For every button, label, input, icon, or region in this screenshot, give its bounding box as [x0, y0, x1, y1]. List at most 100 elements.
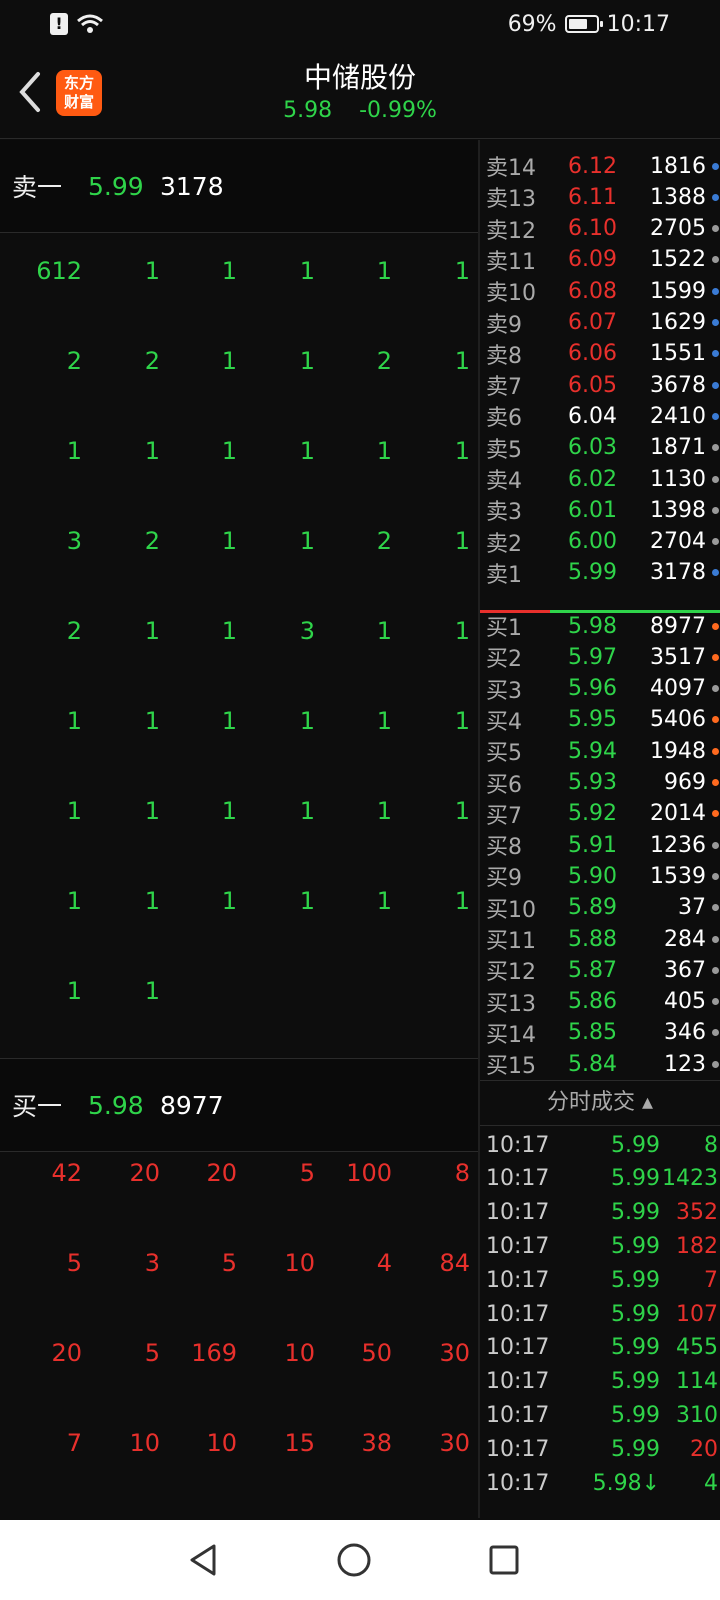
ask-level-price: 6.10 — [568, 216, 617, 242]
sell-queue-order: 1 — [299, 887, 315, 915]
sell1-label: 卖一 — [12, 173, 63, 202]
bid-level-row[interactable]: 买15 5.84 123 — [486, 1048, 720, 1080]
sell1-volume: 3178 — [160, 171, 224, 201]
ask-level-row[interactable]: 卖4 6.02 1130 — [486, 463, 720, 495]
bid-level-row[interactable]: 买2 5.97 3517 — [486, 641, 720, 673]
buy-queue-order: 169 — [191, 1339, 237, 1367]
bid-level-row[interactable]: 买6 5.93 969 — [486, 767, 720, 799]
status-bar: ! 69% 10:17 — [0, 0, 720, 48]
tick-volume: 114 — [676, 1369, 718, 1395]
sell-queue-order: 1 — [299, 707, 315, 735]
order-source-dot-icon — [712, 653, 719, 661]
tick-row: 10:17 5.99 1423 — [486, 1162, 718, 1196]
ask-level-row[interactable]: 卖14 6.12 1816 — [486, 150, 720, 182]
depth-panel: 卖14 6.12 1816 卖13 6.11 1388 卖12 6.10 2705 卖11 6.09… — [480, 140, 720, 1518]
ask-level-price: 6.11 — [568, 184, 617, 210]
ask-level-volume: 1816 — [650, 153, 706, 179]
bid-level-row[interactable]: 买8 5.91 1236 — [486, 829, 720, 861]
bid-level-volume: 405 — [664, 989, 706, 1015]
ticks-header[interactable]: 分时成交 ▴ — [480, 1080, 720, 1126]
sell-queue-order: 1 — [221, 617, 237, 645]
order-source-dot-icon — [712, 225, 719, 233]
order-source-dot-icon — [712, 412, 719, 420]
bid-level-row[interactable]: 买11 5.88 284 — [486, 923, 720, 955]
ask-level-row[interactable]: 卖2 6.00 2704 — [486, 526, 720, 558]
bid-level-row[interactable]: 买12 5.87 367 — [486, 954, 720, 986]
sell-queue-order: 1 — [454, 797, 470, 825]
header: 东方 财富 中储股份 5.98 -0.99% — [0, 48, 720, 139]
bid-level-label: 买13 — [486, 991, 536, 1017]
tick-price: 5.99 — [611, 1335, 660, 1361]
ask-level-price: 6.02 — [568, 466, 617, 492]
bid-level-volume: 5406 — [650, 707, 706, 733]
system-nav-bar — [0, 1520, 720, 1600]
bid-level-label: 买2 — [486, 647, 522, 673]
ask-level-row[interactable]: 卖5 6.03 1871 — [486, 432, 720, 464]
tick-price: 5.99 — [611, 1369, 660, 1395]
bid-level-volume: 1539 — [650, 863, 706, 889]
ask-level-volume: 1522 — [650, 247, 706, 273]
nav-recents-button[interactable] — [486, 1542, 522, 1578]
tick-row: 10:17 5.99 20 — [486, 1432, 718, 1466]
ask-level-row[interactable]: 卖1 5.99 3178 — [486, 557, 720, 589]
bid-level-row[interactable]: 买5 5.94 1948 — [486, 735, 720, 767]
ask-level-row[interactable]: 卖9 6.07 1629 — [486, 307, 720, 339]
ask-level-row[interactable]: 卖6 6.04 2410 — [486, 400, 720, 432]
divider — [0, 232, 478, 233]
bid-level-price: 5.89 — [568, 895, 617, 921]
buy1-label: 买一 — [12, 1092, 63, 1121]
tick-row: 10:17 5.99 107 — [486, 1297, 718, 1331]
bid-level-volume: 4097 — [650, 676, 706, 702]
bid-level-price: 5.95 — [568, 707, 617, 733]
sell-queue-order: 1 — [454, 617, 470, 645]
bid-level-price: 5.96 — [568, 676, 617, 702]
tick-price: 5.99 — [611, 1301, 660, 1327]
sell-queue-order: 1 — [144, 797, 160, 825]
order-source-dot-icon — [712, 747, 719, 755]
ask-level-row[interactable]: 卖12 6.10 2705 — [486, 213, 720, 245]
sell-queue-order: 2 — [144, 527, 160, 555]
buy1-price: 5.98 — [88, 1090, 144, 1120]
bid-level-row[interactable]: 买9 5.90 1539 — [486, 860, 720, 892]
nav-home-button[interactable] — [336, 1542, 372, 1578]
bid-level-price: 5.86 — [568, 989, 617, 1015]
ask-level-row[interactable]: 卖7 6.05 3678 — [486, 369, 720, 401]
ask-level-row[interactable]: 卖10 6.08 1599 — [486, 275, 720, 307]
bid-level-label: 买3 — [486, 678, 522, 704]
bid-level-row[interactable]: 买7 5.92 2014 — [486, 798, 720, 830]
bid-level-row[interactable]: 买1 5.98 8977 — [486, 610, 720, 642]
order-source-dot-icon — [712, 904, 719, 912]
bid-level-row[interactable]: 买14 5.85 346 — [486, 1017, 720, 1049]
sell-queue-order: 1 — [221, 707, 237, 735]
status-left: ! — [50, 13, 104, 35]
ask-level-row[interactable]: 卖3 6.01 1398 — [486, 494, 720, 526]
bid-level-label: 买6 — [486, 772, 522, 798]
buy-queue-order: 10 — [284, 1249, 315, 1277]
sell1-header[interactable]: 卖一 5.99 3178 — [0, 140, 478, 232]
tick-price: 5.99 — [611, 1132, 660, 1158]
sell-queue-order: 1 — [299, 347, 315, 375]
ask-level-row[interactable]: 卖8 6.06 1551 — [486, 338, 720, 370]
buy-queue-order: 8 — [454, 1159, 470, 1187]
ask-level-row[interactable]: 卖13 6.11 1388 — [486, 181, 720, 213]
bid-level-row[interactable]: 买13 5.86 405 — [486, 986, 720, 1018]
ask-level-price: 6.01 — [568, 497, 617, 523]
buy1-header[interactable]: 买一 5.98 8977 — [0, 1059, 478, 1151]
nav-back-button[interactable] — [186, 1542, 222, 1578]
ask-level-price: 6.12 — [568, 153, 617, 179]
sell-queue-order: 612 — [36, 257, 82, 285]
ask-level-label: 卖11 — [486, 249, 536, 275]
bid-level-row[interactable]: 买3 5.96 4097 — [486, 673, 720, 705]
bid-level-row[interactable]: 买4 5.95 5406 — [486, 704, 720, 736]
order-source-dot-icon — [712, 935, 719, 943]
ask-level-row[interactable]: 卖11 6.09 1522 — [486, 244, 720, 276]
buy-queue-order: 38 — [361, 1429, 392, 1457]
bid-level-label: 买9 — [486, 866, 522, 892]
tick-time: 10:17 — [486, 1369, 550, 1395]
ask-level-volume: 2704 — [650, 529, 706, 555]
bid-level-row[interactable]: 买10 5.89 37 — [486, 892, 720, 924]
bid-level-price: 5.84 — [568, 1051, 617, 1077]
ask-level-volume: 1629 — [650, 310, 706, 335]
bid-level-volume: 284 — [664, 926, 706, 952]
wifi-icon — [77, 14, 103, 33]
